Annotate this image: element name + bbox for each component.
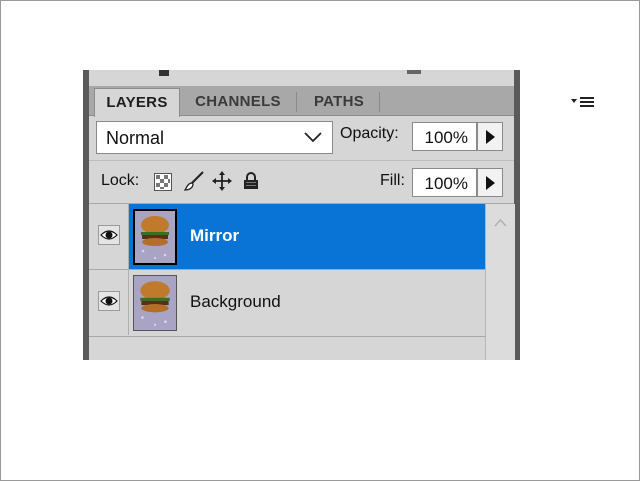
visibility-cell [89,270,129,335]
fill-field[interactable]: 100% [412,168,477,197]
layer-name[interactable]: Mirror [190,226,239,246]
lock-image-pixels-brush-icon[interactable] [183,170,205,197]
layer-row-mirror[interactable]: Mirror [89,204,485,269]
panel-tab-bar: LAYERS CHANNELS PATHS [89,86,594,117]
blend-mode-select[interactable]: Normal [96,121,333,154]
opacity-label: Opacity: [340,125,399,142]
row-divider [89,336,485,337]
opacity-field[interactable]: 100% [412,122,477,151]
fill-label: Fill: [380,172,405,189]
tab-layers[interactable]: LAYERS [94,88,180,117]
chevron-up-icon[interactable] [494,218,507,227]
visibility-cell [89,204,129,269]
lock-label: Lock: [101,172,140,189]
fill-arrow-button[interactable] [477,168,503,197]
lock-transparent-pixels-icon[interactable] [154,173,172,196]
tab-separator [296,92,297,112]
tab-channels[interactable]: CHANNELS [181,88,295,115]
strip-mark [159,70,169,76]
strip-mark [407,70,421,74]
panel-menu-icon[interactable] [569,95,597,109]
layer-list-scrollbar[interactable] [485,204,515,360]
layer-list: Mirror Background [89,204,485,360]
lock-all-icon[interactable] [243,172,259,195]
opacity-value: 100% [424,128,468,147]
chevron-down-icon [304,130,322,148]
opacity-arrow-button[interactable] [477,122,503,151]
layer-name[interactable]: Background [190,292,281,312]
layer-row-background[interactable]: Background [89,270,485,335]
lock-position-move-icon[interactable] [212,171,232,196]
tab-paths[interactable]: PATHS [299,88,379,115]
eye-icon[interactable] [98,291,120,311]
eye-icon[interactable] [98,225,120,245]
divider [89,160,514,161]
fill-value: 100% [424,174,468,193]
play-arrow-icon [486,176,495,190]
layer-thumbnail[interactable] [133,275,177,331]
panel-top-strip [89,70,514,86]
blend-mode-value: Normal [106,128,165,148]
tab-separator [379,92,380,112]
layer-thumbnail[interactable] [133,209,177,265]
play-arrow-icon [486,130,495,144]
